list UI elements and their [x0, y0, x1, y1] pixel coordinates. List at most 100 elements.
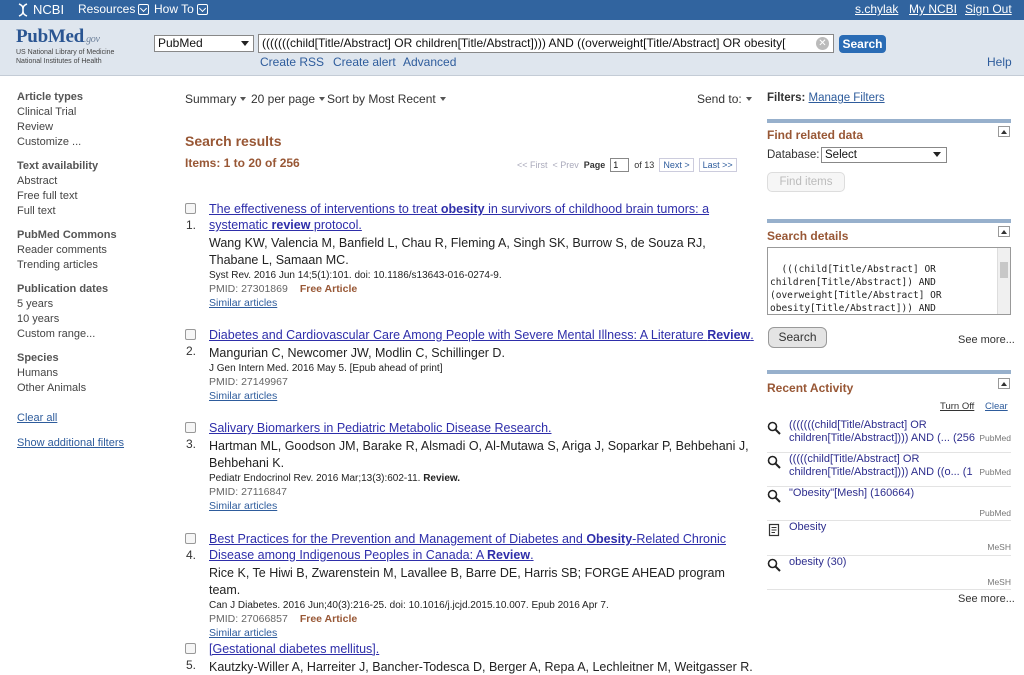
pager-prev[interactable]: < Prev [553, 160, 579, 170]
filter-group-heading: Species [17, 352, 59, 364]
filter-item[interactable]: Trending articles [17, 258, 157, 273]
result-title-link[interactable]: Best Practices for the Prevention and Ma… [209, 531, 754, 563]
search-icon [767, 489, 781, 503]
username-link[interactable]: s.chylak [855, 2, 898, 16]
filter-item[interactable]: Reader comments [17, 243, 157, 258]
resources-menu-label: Resources [78, 2, 136, 16]
search-details-search-button[interactable]: Search [768, 327, 827, 348]
filters-line: Filters: Manage Filters [767, 92, 885, 104]
recent-activity-line2: children[Title/Abstract]))) AND ((o... (… [789, 466, 973, 478]
clear-recent-link[interactable]: Clear [985, 401, 1008, 412]
find-items-button[interactable]: Find items [767, 172, 845, 192]
filter-item[interactable]: 5 years [17, 297, 157, 312]
related-database-select[interactable]: Select [821, 147, 947, 163]
result-title-text: Review [707, 328, 751, 342]
similar-articles-link[interactable]: Similar articles [209, 390, 754, 403]
how-to-menu[interactable]: How To [154, 2, 208, 16]
database-select[interactable]: PubMed [154, 35, 254, 52]
result-checkbox[interactable] [185, 329, 196, 340]
recent-activity-item[interactable]: "Obesity"[Mesh] (160664) PubMed [767, 487, 1011, 521]
send-to-menu[interactable]: Send to: [697, 92, 752, 106]
my-ncbi-link[interactable]: My NCBI [909, 2, 957, 16]
result-body: Salivary Biomarkers in Pediatric Metabol… [209, 420, 754, 513]
result-title-link[interactable]: [Gestational diabetes mellitus]. [209, 641, 754, 657]
result-title-link[interactable]: The effectiveness of interventions to tr… [209, 201, 754, 233]
create-alert-link[interactable]: Create alert [333, 55, 396, 69]
filter-group: Publication dates 5 years 10 years Custom r… [17, 282, 157, 342]
recent-activity-line1: "Obesity"[Mesh] (160664) [789, 487, 915, 499]
result-citation-text: Pediatr Endocrinol Rev. 2016 Mar;13(3):6… [209, 473, 424, 484]
search-icon [767, 421, 781, 435]
result-title-text: obesity [440, 202, 485, 216]
recent-activity-db: PubMed [979, 467, 1011, 477]
recent-activity-see-more[interactable]: See more... [958, 593, 1015, 605]
filter-item[interactable]: Free full text [17, 189, 157, 204]
page-number-input[interactable]: 1 [610, 158, 630, 172]
pubmed-logo[interactable]: PubMed.gov US National Library of Medici… [16, 26, 136, 66]
filter-item[interactable]: Full text [17, 204, 157, 219]
textarea-scrollbar[interactable] [997, 248, 1010, 314]
filter-item[interactable]: Humans [17, 366, 157, 381]
collapse-recent-activity-icon[interactable] [998, 378, 1010, 389]
clear-search-icon[interactable]: ✕ [816, 37, 829, 50]
filters-label: Filters: [767, 92, 806, 104]
filter-item[interactable]: Customize ... [17, 135, 157, 150]
help-link[interactable]: Help [987, 55, 1012, 69]
create-rss-link[interactable]: Create RSS [260, 55, 324, 69]
filter-item[interactable]: Abstract [17, 174, 157, 189]
summary-format-menu[interactable]: Summary [185, 92, 247, 106]
collapse-search-details-icon[interactable] [998, 226, 1010, 237]
recent-activity-heading: Recent Activity [767, 381, 854, 395]
search-details-see-more[interactable]: See more... [958, 334, 1015, 346]
filter-group-heading: Publication dates [17, 283, 109, 295]
recent-activity-item[interactable]: Obesity MeSH [767, 521, 1011, 556]
result-checkbox[interactable] [185, 643, 196, 654]
document-icon [767, 523, 781, 537]
ncbi-logo[interactable]: NCBI [16, 2, 64, 17]
pager-last[interactable]: Last >> [698, 158, 737, 172]
dropdown-arrow-icon [241, 41, 249, 46]
filter-item[interactable]: Review [17, 120, 157, 135]
filter-item[interactable]: Other Animals [17, 381, 157, 396]
filter-item[interactable]: Custom range... [17, 327, 157, 342]
chevron-down-icon [196, 3, 208, 15]
result-pmid: PMID: 27116847 [209, 486, 288, 498]
recent-activity-item[interactable]: (((((child[Title/Abstract] OR children[Ti… [767, 453, 1011, 487]
result-authors: Wang KW, Valencia M, Banfield L, Chau R,… [209, 236, 706, 267]
result-number: 3. [186, 437, 197, 451]
result-title-link[interactable]: Diabetes and Cardiovascular Care Among P… [209, 327, 754, 343]
recent-activity-item[interactable]: (((((((child[Title/Abstract] OR children[… [767, 419, 1011, 453]
collapse-find-related-icon[interactable] [998, 126, 1010, 137]
resources-menu[interactable]: Resources [78, 2, 150, 16]
clear-all-link[interactable]: Clear all [17, 411, 157, 426]
show-additional-filters-link[interactable]: Show additional filters [17, 436, 157, 451]
result-checkbox[interactable] [185, 422, 196, 433]
similar-articles-link[interactable]: Similar articles [209, 627, 754, 640]
pager-next[interactable]: Next > [659, 158, 694, 172]
result-checkbox[interactable] [185, 533, 196, 544]
sort-menu[interactable]: Sort by Most Recent [327, 92, 446, 106]
ncbi-top-bar: NCBI Resources How To s.chylak My NCBI S… [0, 0, 1024, 20]
result-authors: Rice K, Te Hiwi B, Zwarenstein M, Lavall… [209, 566, 725, 597]
per-page-menu[interactable]: 20 per page [251, 92, 326, 106]
filter-item[interactable]: 10 years [17, 312, 157, 327]
pager-first[interactable]: << First [517, 160, 548, 170]
result-title-link[interactable]: Salivary Biomarkers in Pediatric Metabol… [209, 420, 754, 436]
advanced-search-link[interactable]: Advanced [403, 55, 456, 69]
recent-activity-item[interactable]: obesity (30) MeSH [767, 556, 1011, 590]
search-details-textarea[interactable]: (((child[Title/Abstract] OR children[Tit… [767, 247, 1011, 315]
database-label: Database: [767, 149, 820, 161]
result-title-text: Best Practices for the Prevention and Ma… [209, 532, 587, 546]
similar-articles-link[interactable]: Similar articles [209, 500, 754, 513]
recent-activity-db: PubMed [979, 433, 1011, 443]
sign-out-link[interactable]: Sign Out [965, 2, 1012, 16]
scrollbar-thumb[interactable] [1000, 262, 1008, 278]
result-pmid-line: PMID: 27301869 Free Article [209, 282, 754, 297]
search-input[interactable]: (((((((child[Title/Abstract] OR children… [258, 34, 834, 53]
search-button[interactable]: Search [839, 35, 886, 53]
similar-articles-link[interactable]: Similar articles [209, 297, 754, 310]
filter-item[interactable]: Clinical Trial [17, 105, 157, 120]
turn-off-link[interactable]: Turn Off [940, 401, 974, 412]
result-checkbox[interactable] [185, 203, 196, 214]
manage-filters-link[interactable]: Manage Filters [809, 92, 885, 104]
